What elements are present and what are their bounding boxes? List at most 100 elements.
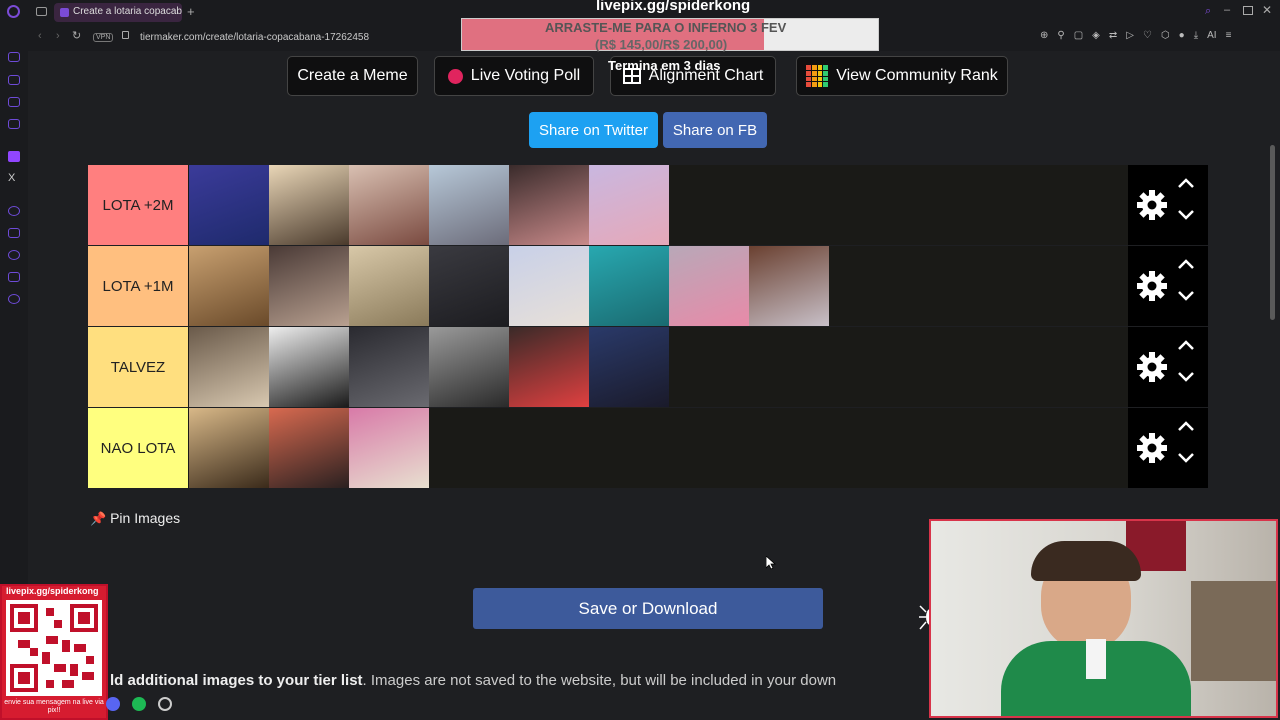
lock-icon (122, 31, 129, 39)
view-community-rank-button[interactable]: View Community Rank (796, 56, 1008, 96)
shield-icon[interactable]: ◈ (1092, 30, 1100, 41)
tier-row: LOTA +2M (88, 165, 1208, 245)
tab-active[interactable]: Create a lotaria copacabana (54, 3, 182, 22)
move-down-icon[interactable] (1176, 370, 1196, 384)
scrollbar-thumb[interactable] (1270, 145, 1275, 320)
ai-icon[interactable]: AI (1207, 30, 1216, 41)
gear-icon[interactable] (1136, 351, 1168, 383)
tier-image[interactable] (349, 408, 429, 488)
heart-icon[interactable]: ♡ (1143, 30, 1152, 41)
pin-images-toggle[interactable]: 📌 Pin Images (90, 510, 180, 527)
tier-image[interactable] (269, 246, 349, 326)
menu-icon[interactable]: ≡ (1226, 30, 1232, 41)
tier-image[interactable] (189, 165, 269, 245)
sidebar-extensions-icon[interactable] (8, 272, 20, 282)
tab-menu-icon[interactable] (36, 7, 47, 16)
extensions-icon[interactable]: ⬡ (1161, 30, 1170, 41)
sidebar-messenger-icon[interactable] (8, 119, 20, 129)
gear-icon[interactable] (1136, 432, 1168, 464)
tier-image[interactable] (349, 165, 429, 245)
tier-image[interactable] (269, 327, 349, 407)
tier-image[interactable] (589, 327, 669, 407)
vpn-badge[interactable]: VPN (93, 33, 114, 42)
sidebar-send-icon[interactable] (8, 52, 20, 62)
tier-image[interactable] (509, 246, 589, 326)
sidebar-history-icon[interactable] (8, 250, 20, 260)
tier-image[interactable] (429, 327, 509, 407)
url-field[interactable]: tiermaker.com/create/lotaria-copacabana-… (140, 32, 369, 43)
forward-icon[interactable]: › (56, 30, 60, 42)
sidebar-player-icon[interactable] (8, 206, 20, 216)
tier-image[interactable] (509, 165, 589, 245)
goal-countdown: Termina em 3 dias (608, 58, 721, 73)
tier-image[interactable] (189, 246, 269, 326)
move-down-icon[interactable] (1176, 208, 1196, 222)
spotify-icon[interactable] (132, 697, 146, 711)
move-down-icon[interactable] (1176, 451, 1196, 465)
snapshot-icon[interactable]: ▢ (1074, 30, 1083, 41)
tier-image[interactable] (269, 165, 349, 245)
close-icon[interactable]: ✕ (1262, 3, 1272, 17)
bookmark-pin-icon[interactable]: ⚲ (1057, 30, 1064, 41)
taskbar (106, 697, 172, 711)
sidebar-x-icon[interactable]: X (8, 172, 15, 184)
tier-image[interactable] (669, 246, 749, 326)
tier-image[interactable] (189, 327, 269, 407)
move-up-icon[interactable] (1176, 257, 1196, 271)
tier-image[interactable] (349, 246, 429, 326)
sidebar-wallet-icon[interactable] (8, 97, 20, 107)
maximize-icon[interactable] (1243, 6, 1253, 15)
save-download-label: Save or Download (578, 598, 718, 618)
share-fb-label: Share on FB (672, 121, 758, 139)
tier-label[interactable]: NAO LOTA (88, 408, 188, 488)
tier-controls (1128, 408, 1208, 488)
create-meme-label: Create a Meme (297, 67, 408, 84)
app-icon[interactable] (158, 697, 172, 711)
save-download-button[interactable]: Save or Download (473, 588, 823, 629)
share-twitter-label: Share on Twitter (539, 121, 648, 139)
profile-avatar-icon[interactable]: ● (1179, 30, 1185, 41)
play-icon[interactable]: ▷ (1126, 30, 1134, 41)
tier-image[interactable] (749, 246, 829, 326)
tier-label[interactable]: LOTA +2M (88, 165, 188, 245)
tier-label[interactable]: LOTA +1M (88, 246, 188, 326)
tier-image[interactable] (349, 327, 429, 407)
share-fb-button[interactable]: Share on FB (663, 112, 767, 148)
sidebar-settings-icon[interactable] (8, 294, 20, 304)
move-up-icon[interactable] (1176, 419, 1196, 433)
opera-logo-icon[interactable] (7, 5, 20, 18)
sidebar-twitch-icon[interactable] (8, 151, 20, 162)
move-up-icon[interactable] (1176, 338, 1196, 352)
translate-icon[interactable]: ⇄ (1109, 30, 1117, 41)
share-twitter-button[interactable]: Share on Twitter (529, 112, 658, 148)
zoom-icon[interactable]: ⊕ (1040, 30, 1048, 41)
pin-icon: 📌 (90, 511, 107, 526)
rank-grid-icon (806, 65, 829, 87)
tier-image[interactable] (509, 327, 589, 407)
tier-image[interactable] (269, 408, 349, 488)
discord-icon[interactable] (106, 697, 120, 711)
tier-image[interactable] (189, 408, 269, 488)
tier-row: NAO LOTA (88, 408, 1208, 488)
move-up-icon[interactable] (1176, 176, 1196, 190)
tier-image[interactable] (429, 246, 509, 326)
gear-icon[interactable] (1136, 189, 1168, 221)
live-voting-poll-button[interactable]: Live Voting Poll (434, 56, 594, 96)
back-icon[interactable]: ‹ (38, 30, 42, 42)
search-tabs-icon[interactable]: ⌕ (1205, 5, 1211, 18)
create-meme-button[interactable]: Create a Meme (287, 56, 418, 96)
tier-row: LOTA +1M (88, 246, 1208, 326)
sidebar-tabs-icon[interactable] (8, 228, 20, 238)
sidebar-shopping-icon[interactable] (8, 75, 20, 85)
tier-image[interactable] (589, 165, 669, 245)
minimize-icon[interactable]: – (1224, 4, 1230, 16)
tier-controls (1128, 246, 1208, 326)
download-icon[interactable]: ⤓ (1194, 30, 1198, 41)
tier-image[interactable] (589, 246, 669, 326)
tier-label[interactable]: TALVEZ (88, 327, 188, 407)
tier-image[interactable] (429, 165, 509, 245)
move-down-icon[interactable] (1176, 289, 1196, 303)
reload-icon[interactable]: ↻ (72, 29, 81, 42)
new-tab-plus-icon[interactable]: + (187, 4, 195, 19)
gear-icon[interactable] (1136, 270, 1168, 302)
